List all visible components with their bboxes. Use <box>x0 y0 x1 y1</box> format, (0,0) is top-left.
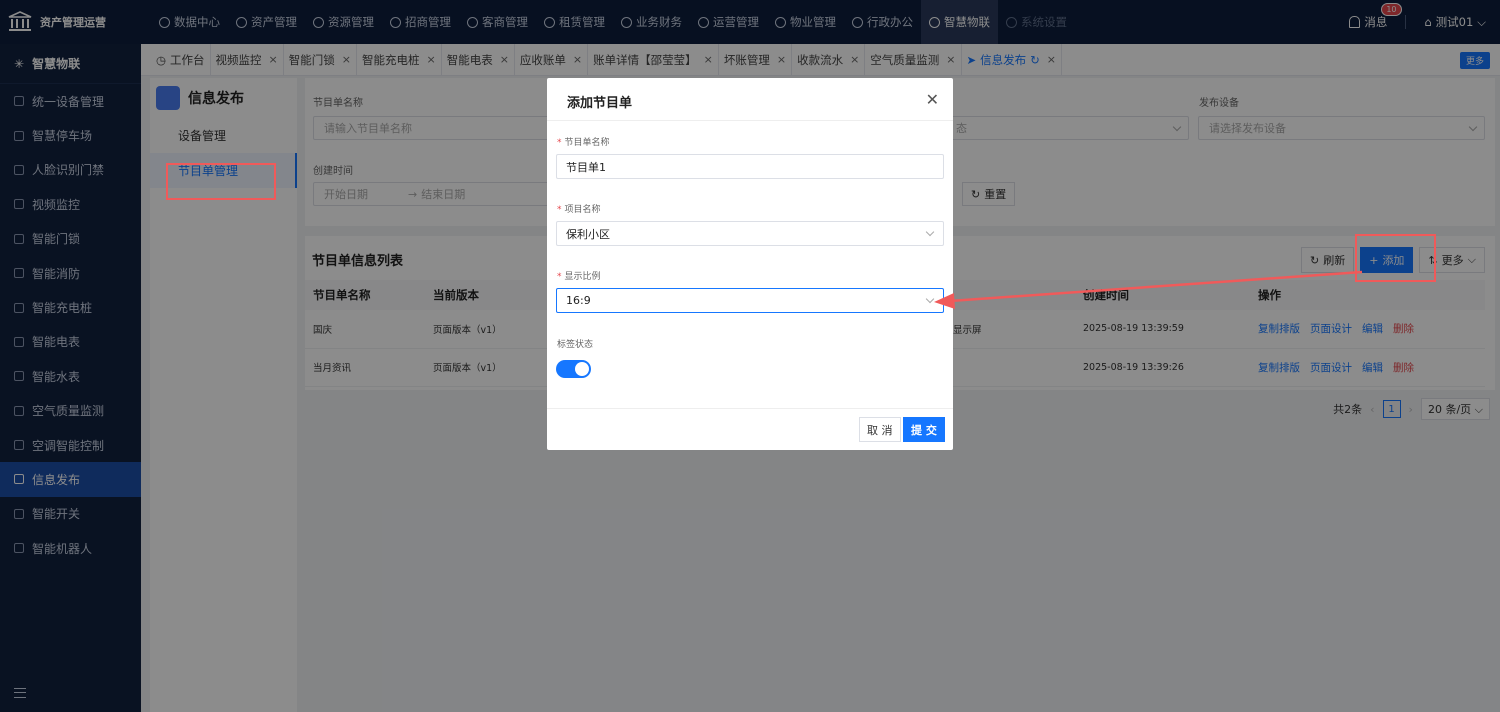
annotation-arrow <box>934 270 1363 309</box>
